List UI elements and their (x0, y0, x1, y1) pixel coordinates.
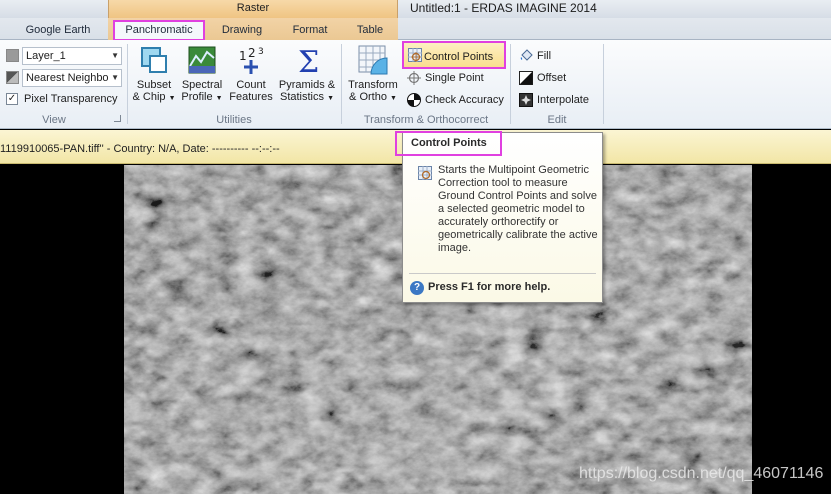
title-bar: Raster Untitled:1 - ERDAS IMAGINE 2014 (0, 0, 831, 18)
chevron-down-icon: ▼ (111, 73, 119, 82)
offset-label: Offset (537, 72, 567, 84)
dialog-launcher-icon[interactable] (114, 115, 121, 122)
tooltip-description: Starts the Multipoint Geometric Correcti… (438, 164, 598, 254)
image-info-text: 1119910065-PAN.tiff'' - Country: N/A, Da… (0, 143, 280, 155)
chevron-down-icon: ▼ (327, 95, 334, 102)
pyramids-statistics-label-1: Pyramids & (278, 79, 336, 91)
offset-icon (519, 71, 533, 85)
count-features-icon: 123 (235, 44, 267, 76)
svg-text:3: 3 (258, 47, 264, 57)
help-circle-icon: ? (410, 281, 424, 295)
fill-label: Fill (537, 50, 552, 62)
edit-group-label: Edit (547, 114, 567, 126)
group-separator (341, 44, 342, 124)
crosshair-icon (407, 71, 421, 85)
control-points-tooltip: Control Points Starts the Multipoint Geo… (395, 131, 603, 303)
spectral-profile-label-1: Spectral (181, 79, 223, 91)
ribbon: Layer_1 ▼ Nearest Neighbo ▼ ✓ Pixel Tran… (0, 40, 831, 129)
single-point-button[interactable]: Single Point (404, 68, 514, 88)
count-features-label-1: Count (236, 79, 266, 91)
tooltip-divider (409, 273, 596, 274)
offset-button[interactable]: Offset (516, 68, 596, 88)
count-features-button[interactable]: 123 Count Features (227, 44, 275, 103)
resample-select-value: Nearest Neighbo (26, 72, 109, 84)
grid-globe-icon (357, 44, 389, 76)
raster-context-group: Raster (108, 0, 398, 18)
chevron-down-icon: ▼ (390, 95, 397, 102)
resample-icon (6, 71, 19, 84)
transform-ortho-label-2: & Ortho (349, 91, 387, 103)
group-separator (510, 44, 511, 124)
pyramids-statistics-button[interactable]: Σ Pyramids & Statistics ▼ (277, 44, 337, 105)
svg-text:1: 1 (239, 49, 247, 63)
fill-button[interactable]: Fill (516, 46, 596, 66)
subset-chip-button[interactable]: Subset & Chip ▼ (131, 44, 177, 105)
spectral-profile-icon (186, 44, 218, 76)
single-point-label: Single Point (425, 72, 484, 84)
control-points-label: Control Points (424, 51, 494, 63)
tab-table[interactable]: Table (345, 22, 395, 40)
interpolate-label: Interpolate (537, 94, 589, 106)
check-accuracy-button[interactable]: Check Accuracy (404, 90, 514, 110)
layer-swatch-icon (6, 49, 19, 62)
layer-select[interactable]: Layer_1 ▼ (22, 47, 122, 65)
ribbon-tab-row: Google Earth Panchromatic Drawing Format… (0, 18, 831, 41)
tooltip-title: Control Points (395, 131, 502, 156)
transform-ortho-button[interactable]: Transform & Ortho ▼ (345, 44, 401, 105)
spectral-profile-button[interactable]: Spectral Profile ▼ (179, 44, 225, 105)
gcp-grid-icon (418, 166, 432, 180)
pixel-transparency-label: Pixel Transparency (24, 93, 118, 105)
group-separator (603, 44, 604, 124)
spectral-profile-label-2: Profile (181, 91, 213, 103)
chevron-down-icon: ▼ (168, 95, 176, 102)
interpolate-icon (519, 93, 533, 107)
tab-google-earth[interactable]: Google Earth (14, 22, 102, 40)
svg-text:Σ: Σ (298, 45, 319, 76)
pyramids-statistics-label-2: Statistics (279, 91, 324, 103)
svg-text:2: 2 (248, 46, 256, 60)
chevron-down-icon: ▼ (111, 51, 119, 60)
interpolate-button[interactable]: Interpolate (516, 90, 600, 110)
transform-group-label: Transform & Orthocorrect (363, 114, 489, 126)
count-features-label-2: Features (229, 91, 273, 103)
target-icon (407, 93, 421, 107)
tab-drawing[interactable]: Drawing (212, 22, 272, 40)
view-group-label: View (42, 114, 66, 126)
subset-chip-icon (138, 44, 170, 76)
utilities-group-label: Utilities (216, 114, 252, 126)
tooltip-help-text: Press F1 for more help. (428, 281, 551, 293)
transform-ortho-label-1: Transform (348, 79, 398, 91)
tab-format[interactable]: Format (280, 22, 340, 40)
context-group-title: Raster (236, 2, 270, 14)
resample-method-select[interactable]: Nearest Neighbo ▼ (22, 69, 122, 87)
subset-chip-label-2: & Chip (132, 91, 166, 103)
subset-chip-label-1: Subset (136, 79, 172, 91)
tab-panchromatic[interactable]: Panchromatic (113, 20, 205, 41)
app-title: Untitled:1 - ERDAS IMAGINE 2014 (410, 1, 597, 15)
control-points-button[interactable]: Control Points (402, 41, 506, 69)
group-separator (127, 44, 128, 124)
pixel-transparency-checkbox[interactable]: ✓ (6, 93, 18, 105)
layer-select-value: Layer_1 (26, 50, 66, 62)
sigma-icon: Σ (291, 44, 323, 80)
check-accuracy-label: Check Accuracy (425, 94, 504, 106)
gcp-grid-icon (408, 48, 422, 62)
paint-bucket-icon (519, 49, 533, 63)
chevron-down-icon: ▼ (215, 95, 223, 102)
watermark: https://blog.csdn.net/qq_46071146 (579, 465, 824, 482)
